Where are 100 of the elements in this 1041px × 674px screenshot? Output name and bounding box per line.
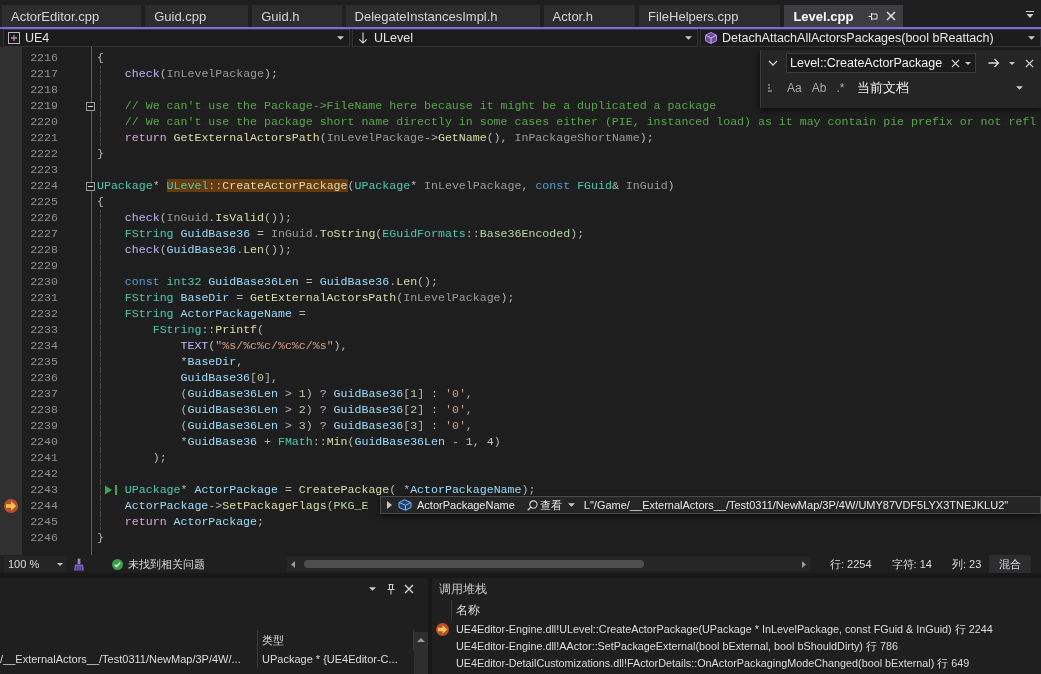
caret-icon bbox=[57, 562, 63, 566]
code-line: TEXT("%s/%c%c/%c%c/%s"), bbox=[180, 339, 348, 352]
member-dropdown[interactable]: DetachAttachAllActorsPackages(bool bReattach) bbox=[700, 29, 1041, 47]
zoom-dropdown[interactable]: 100 % bbox=[4, 556, 66, 572]
field-icon bbox=[398, 499, 412, 511]
expand-icon[interactable] bbox=[387, 501, 392, 509]
pin-icon[interactable] bbox=[868, 11, 879, 21]
code-line: const int32 GuidBase36Len = GuidBase36.Len(); bbox=[124, 275, 438, 288]
run-to-click-icon[interactable] bbox=[105, 485, 118, 495]
line-number: 2238 bbox=[30, 403, 58, 416]
search-field[interactable]: Level::CreateActorPackage bbox=[786, 53, 976, 73]
scroll-up-icon[interactable] bbox=[417, 638, 425, 642]
caret-icon bbox=[337, 36, 344, 40]
horizontal-scrollbar[interactable] bbox=[287, 557, 810, 571]
line-number: 2225 bbox=[30, 195, 58, 208]
scroll-right-icon[interactable] bbox=[802, 560, 806, 568]
caret-icon[interactable] bbox=[369, 587, 376, 591]
code-line: ActorPackage->SetPackageFlags(PKG_E bbox=[124, 499, 369, 512]
code-line: UPackage* ULevel::CreateActorPackage(UPackage* InLevelPackage, const FGuid& InGuid) bbox=[97, 179, 675, 192]
line-number: 2217 bbox=[30, 67, 58, 80]
code-line: (GuidBase36Len > 2) ? GuidBase36[2] : '0', bbox=[180, 403, 473, 416]
column-indicator[interactable]: 列: 23 bbox=[951, 556, 982, 572]
line-number: 2237 bbox=[30, 387, 58, 400]
line-number: 2228 bbox=[30, 243, 58, 256]
scrollbar-thumb[interactable] bbox=[304, 560, 644, 568]
scope-dropdown[interactable]: 当前文档 bbox=[857, 79, 1023, 97]
call-stack-frame[interactable]: UE4Editor-Engine.dll!AActor::SetPackageExternal(bool bExternal, bool bShouldDirty) 行 786 bbox=[452, 639, 898, 654]
code-line: FString ActorPackageName = bbox=[124, 307, 306, 320]
character-indicator[interactable]: 字符: 14 bbox=[891, 556, 932, 572]
issues-status[interactable]: 未找到相关问题 bbox=[128, 556, 205, 572]
chevron-down-icon[interactable] bbox=[768, 60, 778, 66]
file-tab[interactable]: DelegateInstancesImpl.h bbox=[345, 5, 540, 27]
code-line: FString BaseDir = GetExternalActorsPath(InLevelPackage); bbox=[124, 291, 515, 304]
line-number: 2227 bbox=[30, 227, 58, 240]
file-tab[interactable]: Guid.cpp bbox=[145, 5, 249, 27]
file-tab[interactable]: Level.cpp bbox=[784, 5, 904, 27]
code-line: UPackage* ActorPackage = CreatePackage( *ActorPackageName); bbox=[124, 483, 536, 496]
caret-icon[interactable] bbox=[1009, 61, 1015, 65]
line-number: 2232 bbox=[30, 307, 58, 320]
line-number: 2242 bbox=[30, 467, 58, 480]
column-header[interactable]: 名称 bbox=[456, 602, 480, 619]
find-option-button[interactable]: .* bbox=[833, 79, 848, 97]
pin-icon[interactable] bbox=[387, 583, 395, 595]
code-line: FString GuidBase36 = InGuid.ToString(EGuidFormats::Base36Encoded); bbox=[124, 227, 585, 240]
code-line: (GuidBase36Len > 1) ? GuidBase36[1] : '0', bbox=[180, 387, 473, 400]
variable-name: ActorPackageName bbox=[417, 499, 515, 511]
file-tab[interactable]: Guid.h bbox=[252, 5, 342, 27]
call-stack-frame[interactable]: UE4Editor-DetailCustomizations.dll!FActorDetails::OnActorPackagingModeChanged(bool bExternal) 行 649 bbox=[452, 656, 970, 671]
check-circle-icon bbox=[112, 558, 123, 570]
close-icon[interactable] bbox=[1025, 58, 1034, 68]
code-line: *GuidBase36 + FMath::Min(GuidBase36Len - 1, 4) bbox=[180, 435, 501, 448]
line-number: 2231 bbox=[30, 291, 58, 304]
line-number: 2218 bbox=[30, 83, 58, 96]
line-number: 2224 bbox=[30, 179, 58, 192]
line-number: 2221 bbox=[30, 131, 58, 144]
arrow-right-icon[interactable] bbox=[988, 58, 1000, 68]
collapse-icon[interactable] bbox=[86, 101, 95, 111]
line-indicator[interactable]: 行: 2254 bbox=[830, 556, 872, 572]
code-line: { bbox=[97, 195, 104, 208]
line-number: 2246 bbox=[30, 531, 58, 544]
grip-icon[interactable] bbox=[768, 83, 772, 93]
line-number: 2229 bbox=[30, 259, 58, 272]
code-line: } bbox=[97, 147, 104, 160]
visualizer-button[interactable]: 查看 bbox=[524, 497, 577, 513]
code-line: // We can't use the package short name directly in some cases either (PIE, instanced load) as it may contain pie prefix or not refl bbox=[124, 115, 1037, 128]
code-line: check(GuidBase36.Len()); bbox=[124, 243, 292, 256]
find-option-button[interactable]: Ab bbox=[808, 79, 830, 97]
line-number: 2223 bbox=[30, 163, 58, 176]
code-line: check(InGuid.IsValid()); bbox=[124, 211, 292, 224]
caret-icon bbox=[1028, 36, 1035, 40]
column-header[interactable]: 类型 bbox=[262, 632, 284, 648]
code-line: *BaseDir, bbox=[180, 355, 244, 368]
file-tab[interactable]: FileHelpers.cpp bbox=[639, 5, 781, 27]
line-number: 2234 bbox=[30, 339, 58, 352]
arrow-down-icon bbox=[357, 32, 369, 44]
find-option-button[interactable]: Aa bbox=[784, 79, 805, 97]
caret-icon[interactable] bbox=[965, 61, 971, 65]
project-dropdown[interactable]: UE4 bbox=[3, 29, 350, 47]
code-line: } bbox=[97, 531, 104, 544]
file-tab[interactable]: ActorEditor.cpp bbox=[2, 5, 142, 27]
caret-icon bbox=[567, 503, 575, 507]
caret-icon bbox=[685, 36, 692, 40]
code-line: ); bbox=[152, 451, 167, 464]
scope-dropdown[interactable]: ULevel bbox=[352, 29, 698, 47]
collapse-icon[interactable] bbox=[86, 181, 95, 191]
line-number: 2244 bbox=[30, 499, 58, 512]
close-icon[interactable] bbox=[404, 584, 414, 594]
code-line: (GuidBase36Len > 3) ? GuidBase36[3] : '0', bbox=[180, 419, 473, 432]
scroll-left-icon[interactable] bbox=[291, 560, 295, 568]
brush-icon[interactable] bbox=[74, 557, 84, 571]
file-tab[interactable]: Actor.h bbox=[543, 5, 636, 27]
line-endings-button[interactable]: 混合 bbox=[989, 555, 1032, 573]
call-stack-frame[interactable]: UE4Editor-Engine.dll!ULevel::CreateActorPackage(UPackage * InLevelPackage, const FGuid & InGuid) 行 2244 bbox=[452, 622, 993, 637]
line-number: 2233 bbox=[30, 323, 58, 336]
clear-icon[interactable] bbox=[951, 58, 960, 68]
line-number: 2245 bbox=[30, 515, 58, 528]
close-icon[interactable] bbox=[886, 11, 897, 21]
overflow-menu-icon[interactable] bbox=[1025, 11, 1035, 19]
line-number: 2216 bbox=[30, 51, 58, 64]
vertical-scrollbar[interactable] bbox=[414, 632, 428, 674]
